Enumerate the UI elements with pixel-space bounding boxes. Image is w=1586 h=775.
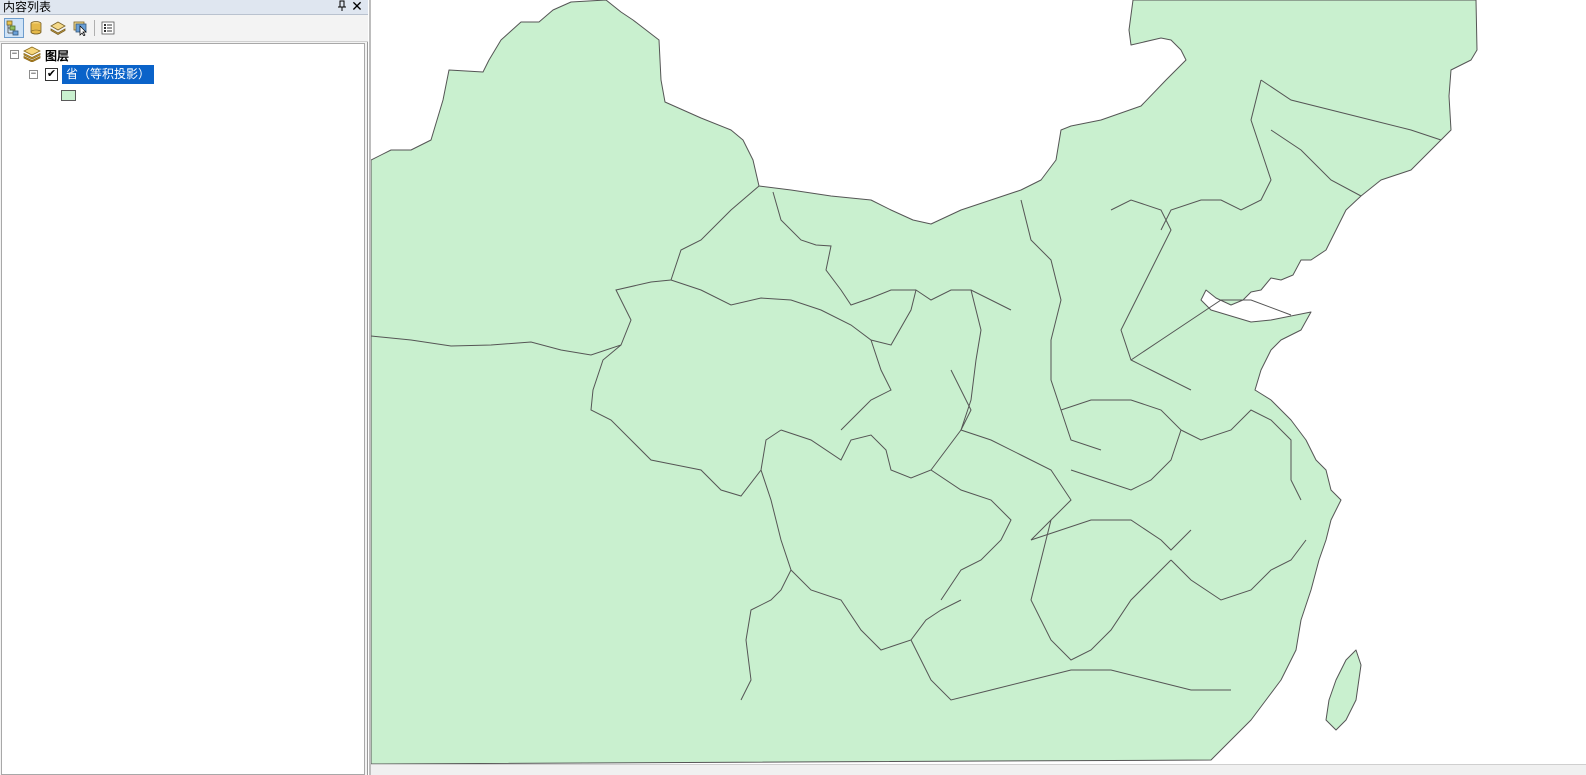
selection-icon — [73, 21, 87, 36]
map-canvas[interactable] — [371, 0, 1586, 764]
mainland-landmass[interactable] — [371, 0, 1478, 764]
layers-collapse-toggle[interactable]: − — [10, 50, 19, 59]
table-of-contents-panel: 内容列表 ✕ − 图层 − ✔ 省（等积投影） — [0, 0, 368, 775]
pin-icon[interactable] — [336, 0, 348, 14]
toolbar-separator — [94, 20, 95, 36]
layer-visibility-checkbox[interactable]: ✔ — [45, 68, 58, 81]
list-by-drawing-order-button[interactable] — [4, 18, 24, 38]
visibility-layers-icon — [50, 21, 66, 35]
taiwan-island[interactable] — [1325, 649, 1362, 731]
options-button[interactable] — [98, 18, 118, 38]
list-by-source-button[interactable] — [26, 18, 46, 38]
close-icon[interactable]: ✕ — [350, 0, 364, 14]
toc-titlebar[interactable]: 内容列表 ✕ — [0, 0, 368, 15]
list-by-visibility-button[interactable] — [48, 18, 68, 38]
toc-toolbar — [0, 15, 368, 42]
map-view[interactable] — [369, 0, 1586, 775]
layer-tree: − 图层 − ✔ 省（等积投影） — [1, 43, 365, 775]
layer-name-label[interactable]: 省（等积投影） — [62, 65, 155, 84]
layers-root-label[interactable]: 图层 — [45, 47, 69, 64]
toc-title: 内容列表 — [3, 0, 52, 14]
map-statusbar — [371, 764, 1586, 775]
arcmap-window: 内容列表 ✕ − 图层 − ✔ 省（等积投影） — [0, 0, 1586, 775]
options-icon — [101, 21, 115, 35]
list-by-selection-button[interactable] — [70, 18, 90, 38]
drawing-order-icon — [6, 20, 19, 36]
layer-symbol-swatch[interactable] — [61, 90, 76, 101]
layers-icon — [23, 46, 41, 62]
database-icon — [30, 21, 42, 35]
layer-collapse-toggle[interactable]: − — [29, 70, 38, 79]
